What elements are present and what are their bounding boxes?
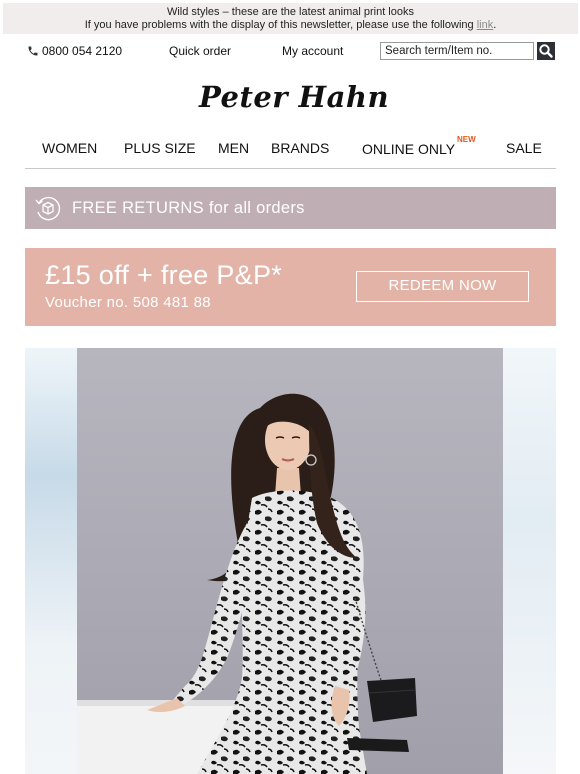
new-badge: NEW: [457, 135, 476, 144]
hero-backdrop-left: [25, 348, 77, 774]
nav-item-men[interactable]: MEN: [218, 140, 249, 156]
web-version-link[interactable]: link: [477, 19, 494, 31]
phone-link[interactable]: 0800 054 2120: [27, 44, 122, 58]
voucher-code: Voucher no. 508 481 88: [45, 294, 211, 311]
search-icon: [539, 44, 553, 58]
nav-item-plus-size[interactable]: PLUS SIZE: [124, 140, 196, 156]
my-account-link[interactable]: My account: [282, 44, 343, 58]
nav-item-sale[interactable]: SALE: [506, 140, 542, 156]
search-input[interactable]: [380, 42, 534, 60]
search-button[interactable]: [537, 42, 555, 60]
free-returns-text: FREE RETURNS for all orders: [72, 198, 305, 217]
free-returns-banner[interactable]: FREE RETURNS for all orders: [25, 187, 556, 229]
hero-backdrop-right: [503, 348, 556, 774]
phone-icon: [28, 46, 38, 56]
redeem-now-button[interactable]: REDEEM NOW: [356, 271, 529, 302]
nav-divider: [25, 168, 556, 169]
brand-logo[interactable]: Peter Hahn: [192, 79, 396, 115]
phone-number: 0800 054 2120: [42, 44, 123, 58]
main-nav: WOMEN PLUS SIZE MEN BRANDS ONLINE ONLY N…: [25, 135, 556, 158]
quick-order-link[interactable]: Quick order: [169, 44, 231, 58]
top-bar: 0800 054 2120 Quick order My account: [25, 40, 556, 62]
preheader-headline: Wild styles – these are the latest anima…: [166, 6, 414, 18]
nav-item-women[interactable]: WOMEN: [42, 140, 97, 156]
hero-image[interactable]: [25, 348, 556, 774]
parcel-return-icon: [35, 196, 61, 221]
nav-item-online-only[interactable]: ONLINE ONLY: [362, 141, 455, 157]
voucher-banner: £15 off + free P&P* Voucher no. 508 481 …: [25, 248, 556, 326]
model-photo: [77, 393, 417, 774]
nav-item-brands[interactable]: BRANDS: [271, 140, 329, 156]
voucher-headline: £15 off + free P&P*: [45, 260, 283, 290]
preheader-display-note: If you have problems with the display of…: [84, 19, 497, 31]
preheader: Wild styles – these are the latest anima…: [3, 3, 578, 34]
search-form: [380, 42, 556, 60]
